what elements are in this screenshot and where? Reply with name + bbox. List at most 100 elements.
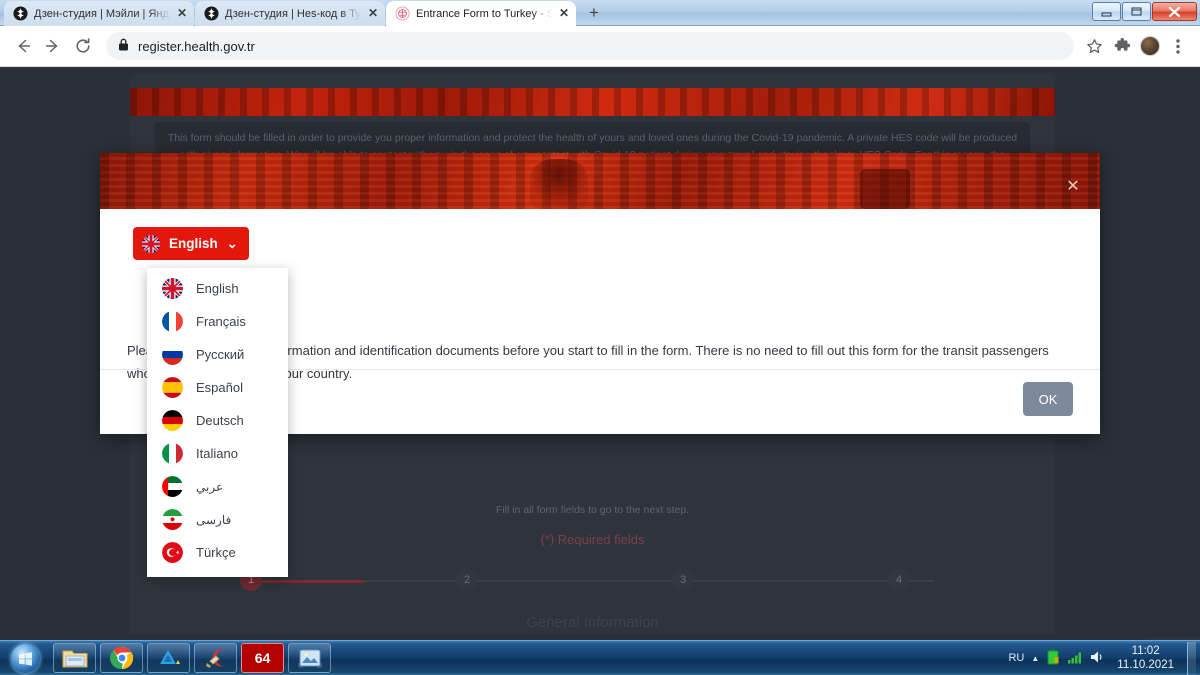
- iran-flag-icon: [162, 509, 183, 530]
- section-title: General Information: [526, 614, 659, 631]
- modal-hero-image: ✕: [100, 153, 1100, 209]
- autodesk-icon: [159, 650, 180, 664]
- language-option-farsi[interactable]: فارسی: [147, 503, 288, 536]
- desktop-window: Дзен-студия | Мэйли | Яндекс Дзен ✕ Дзен…: [0, 0, 1200, 675]
- step-indicator-2[interactable]: 2: [456, 569, 478, 591]
- tab-close-icon[interactable]: ✕: [367, 7, 379, 20]
- uae-flag-icon: [162, 476, 183, 497]
- language-dropdown-menu: English Français Русский Español Deutsch…: [147, 268, 288, 577]
- windows-taskbar: 64 RU ▲ 11:02 11.10.2021: [0, 640, 1200, 675]
- clock-date: 11.10.2021: [1117, 659, 1174, 671]
- tab-close-icon[interactable]: ✕: [176, 7, 188, 20]
- step-indicator-3[interactable]: 3: [672, 569, 694, 591]
- language-option-english[interactable]: English: [147, 272, 288, 305]
- page-hero-banner: [130, 88, 1055, 116]
- system-tray: RU ▲ 11:02 11.10.2021: [1008, 641, 1200, 675]
- uk-flag-icon: [162, 278, 183, 299]
- language-option-label: Deutsch: [196, 413, 244, 428]
- browser-tab-1[interactable]: Дзен-студия | Мэйли | Яндекс Дзен ✕: [4, 1, 194, 26]
- windows-start-orb-icon: [10, 643, 40, 673]
- taskbar-item-x64[interactable]: 64: [241, 643, 284, 673]
- language-option-label: Italiano: [196, 446, 238, 461]
- language-option-turkce[interactable]: Türkçe: [147, 536, 288, 569]
- hero-luggage-silhouette: [860, 169, 910, 209]
- star-icon[interactable]: [1080, 32, 1108, 60]
- three-dot-menu-icon[interactable]: [1164, 32, 1192, 60]
- network-icon[interactable]: [1067, 650, 1083, 667]
- volume-icon[interactable]: [1090, 650, 1104, 667]
- taskbar-item-photo-viewer[interactable]: [288, 643, 331, 673]
- step-indicator-4[interactable]: 4: [888, 569, 910, 591]
- language-option-espanol[interactable]: Español: [147, 371, 288, 404]
- turkey-health-icon: [395, 6, 410, 21]
- zen-icon: [13, 6, 28, 21]
- reload-icon[interactable]: [68, 31, 98, 61]
- ok-button[interactable]: OK: [1023, 382, 1073, 416]
- browser-tab-2[interactable]: Дзен-студия | Hes-код в Турции-ка ✕: [195, 1, 385, 26]
- spain-flag-icon: [162, 377, 183, 398]
- language-option-arabic[interactable]: عربي: [147, 470, 288, 503]
- ccleaner-icon: [205, 649, 224, 668]
- italy-flag-icon: [162, 443, 183, 464]
- tray-expand-icon[interactable]: ▲: [1031, 654, 1039, 663]
- puzzle-icon[interactable]: [1108, 32, 1136, 60]
- taskbar-clock[interactable]: 11:02 11.10.2021: [1111, 644, 1180, 672]
- picture-icon: [297, 648, 322, 668]
- modal-close-icon[interactable]: ✕: [1064, 179, 1082, 197]
- language-option-francais[interactable]: Français: [147, 305, 288, 338]
- uk-flag-icon: [142, 234, 160, 253]
- chevron-down-icon: ⌄: [226, 235, 238, 251]
- language-selector-button[interactable]: English ⌄: [133, 227, 249, 260]
- language-option-label: English: [196, 281, 239, 296]
- new-tab-button[interactable]: +: [580, 0, 608, 26]
- battery-icon[interactable]: [1046, 649, 1060, 668]
- language-option-label: Русский: [196, 347, 245, 362]
- turkey-flag-icon: [162, 542, 183, 563]
- tray-language[interactable]: RU: [1008, 652, 1024, 664]
- russia-flag-icon: [162, 344, 183, 365]
- tab-title: Entrance Form to Turkey - Sağlık Ba: [416, 7, 552, 20]
- hero-person-silhouette: [530, 159, 588, 209]
- start-button[interactable]: [1, 642, 49, 675]
- germany-flag-icon: [162, 410, 183, 431]
- language-option-label: فارسی: [196, 512, 232, 527]
- clock-time: 11:02: [1131, 645, 1160, 657]
- zen-icon: [204, 6, 219, 21]
- tab-title: Дзен-студия | Мэйли | Яндекс Дзен: [34, 7, 170, 20]
- forward-icon[interactable]: [38, 31, 68, 61]
- lock-icon: [118, 38, 129, 54]
- show-desktop-button[interactable]: [1187, 641, 1196, 675]
- language-option-label: Español: [196, 380, 243, 395]
- maximize-button[interactable]: [1122, 2, 1151, 21]
- minimize-button[interactable]: [1092, 2, 1121, 21]
- taskbar-item-explorer[interactable]: [53, 643, 96, 673]
- tab-strip: Дзен-студия | Мэйли | Яндекс Дзен ✕ Дзен…: [0, 0, 1040, 26]
- form-stepper: 1 2 3 4: [240, 569, 945, 593]
- 64-icon: 64: [254, 650, 271, 666]
- language-option-deutsch[interactable]: Deutsch: [147, 404, 288, 437]
- window-controls: [1092, 2, 1197, 21]
- language-option-label: عربي: [196, 479, 224, 494]
- language-selector-label: English: [169, 236, 218, 251]
- language-option-italiano[interactable]: Italiano: [147, 437, 288, 470]
- tab-close-icon[interactable]: ✕: [558, 7, 570, 20]
- language-option-label: Français: [196, 314, 246, 329]
- address-bar[interactable]: register.health.gov.tr: [106, 32, 1074, 60]
- taskbar-item-chrome[interactable]: [100, 643, 143, 673]
- taskbar-item-autodesk[interactable]: [147, 643, 190, 673]
- avatar[interactable]: [1136, 32, 1164, 60]
- close-button[interactable]: [1152, 2, 1197, 21]
- back-icon[interactable]: [8, 31, 38, 61]
- tab-title: Дзен-студия | Hes-код в Турции-ка: [225, 7, 361, 20]
- stepper-progress: [254, 580, 364, 583]
- folder-icon: [62, 650, 87, 668]
- language-option-russian[interactable]: Русский: [147, 338, 288, 371]
- page-viewport: This form should be filled in order to p…: [0, 67, 1200, 640]
- browser-tab-3-active[interactable]: Entrance Form to Turkey - Sağlık Ba ✕: [386, 1, 576, 26]
- browser-titlebar: Дзен-студия | Мэйли | Яндекс Дзен ✕ Дзен…: [0, 0, 1200, 26]
- address-bar-url: register.health.gov.tr: [138, 38, 255, 54]
- taskbar-item-ccleaner[interactable]: [194, 643, 237, 673]
- browser-toolbar: register.health.gov.tr: [0, 26, 1200, 67]
- france-flag-icon: [162, 311, 183, 332]
- language-option-label: Türkçe: [196, 545, 236, 560]
